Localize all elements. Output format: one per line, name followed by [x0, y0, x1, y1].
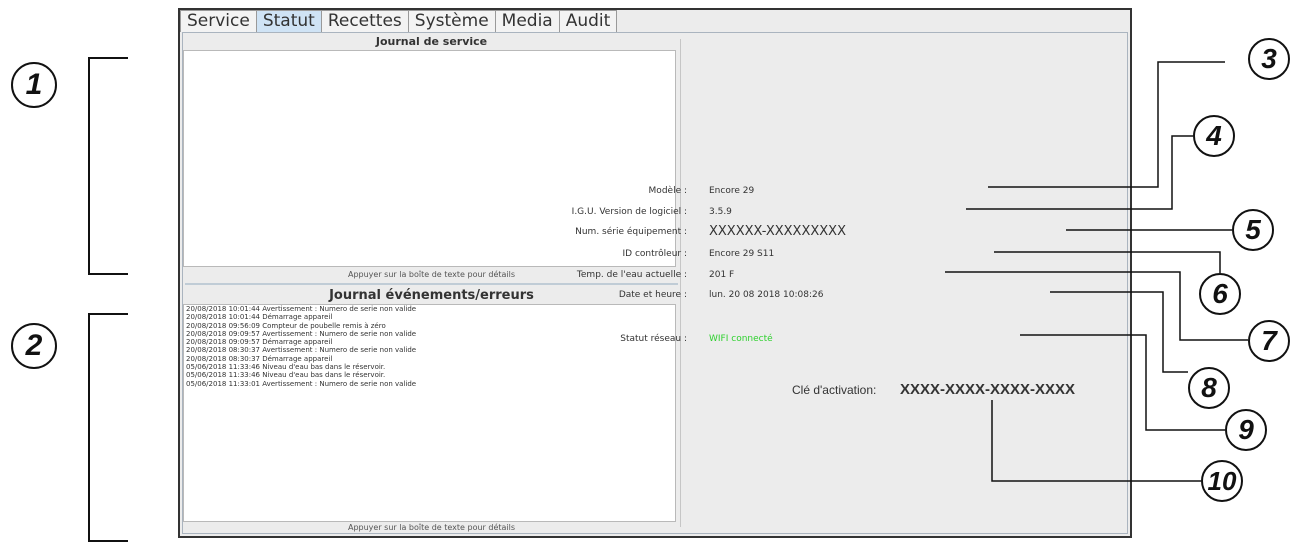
- callout-10: 10: [1201, 460, 1243, 502]
- callout-8: 8: [1188, 367, 1230, 409]
- callout-7: 7: [1248, 320, 1290, 362]
- callout-6: 6: [1199, 273, 1241, 315]
- leader-10: [991, 400, 1201, 482]
- callout-2: 2: [11, 323, 57, 369]
- callout-leader-lines: [945, 61, 1248, 482]
- callout-5: 5: [1232, 209, 1274, 251]
- callout-1: 1: [11, 62, 57, 108]
- callout-4: 4: [1193, 115, 1235, 157]
- callout-3: 3: [1248, 38, 1290, 80]
- leader-8: [1050, 291, 1188, 373]
- leader-4: [966, 135, 1193, 210]
- leader-6: [994, 251, 1221, 273]
- callout-9: 9: [1225, 409, 1267, 451]
- leader-3: [988, 61, 1225, 188]
